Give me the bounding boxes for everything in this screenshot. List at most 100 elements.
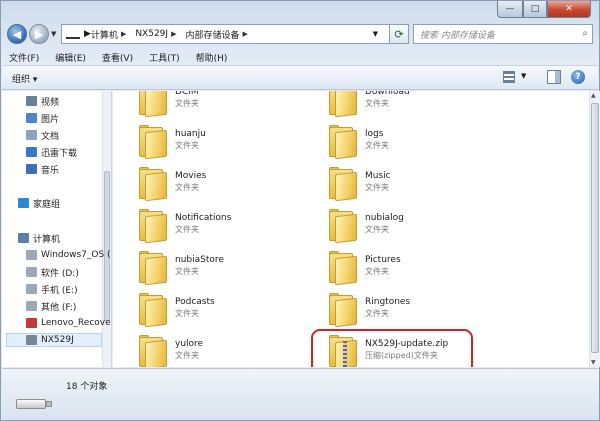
file-list-scroll-thumb[interactable] [591,103,599,353]
item-text: Download 文件夹 [365,91,410,110]
chevron-right-icon[interactable]: ▶ [121,30,126,38]
folder-item[interactable]: nubialog 文件夹 [327,209,404,249]
menu-bar: 文件(F) 编辑(E) 查看(V) 工具(T) 帮助(H) [7,50,229,65]
breadcrumb-device[interactable]: NX529J ▶ [135,29,180,39]
item-text: Movies 文件夹 [175,167,206,194]
sidebar-item[interactable]: 图片 [26,111,59,125]
minimize-button[interactable]: — [497,1,523,18]
chevron-right-icon[interactable]: ▶ [84,29,91,39]
refresh-button[interactable]: ⟳ [389,24,409,44]
back-arrow-icon: ◀ [12,27,22,41]
folder-item[interactable]: Podcasts 文件夹 [137,293,215,333]
sidebar-item[interactable]: Lenovo_Recove [26,316,111,330]
back-button[interactable]: ◀ [7,24,27,44]
sidebar-item[interactable]: 其他 (F:) [26,299,76,313]
lenovo-recovery-icon [26,318,37,328]
item-type: 文件夹 [365,225,389,234]
item-text: Notifications 文件夹 [175,209,231,236]
file-list: DCIM 文件夹 Download 文件夹 huanju 文件夹 logs 文件夹 Movies… [113,91,589,367]
search-icon[interactable]: ⌕ [582,28,588,39]
object-count: 18 个对象 [66,382,108,392]
sidebar-item[interactable]: 计算机 [18,231,60,245]
file-list-scrollbar[interactable]: ▲ ▼ [589,91,600,367]
menu-file[interactable]: 文件(F) [7,50,41,65]
windows-drive-icon [26,250,37,260]
item-type: 文件夹 [175,309,199,318]
item-text: nubialog 文件夹 [365,209,404,236]
preview-pane-icon[interactable] [547,70,561,84]
folder-item[interactable]: huanju 文件夹 [137,125,206,165]
sidebar-item-label: 计算机 [33,234,61,245]
zip-file-item[interactable]: NX529J-update.zip 压缩(zipped)文件夹 [327,335,448,367]
view-options-dropdown[interactable]: ▼ [521,72,526,80]
command-toolbar: 组织 ▾ ▼ ? [2,65,598,90]
navigation-scroll-thumb[interactable] [104,171,110,321]
menu-edit[interactable]: 编辑(E) [53,50,88,65]
sidebar-item[interactable]: 软件 (D:) [26,265,79,279]
menu-view[interactable]: 查看(V) [100,50,135,65]
address-row: ◀ ▶ ▼ ▶ 计算机 ▶ NX529J ▶ 内部存储设备 ▶ ▼ ⟳ 搜索 内部存储… [5,23,593,45]
sidebar-item[interactable]: 文档 [26,128,59,142]
address-bar[interactable]: ▶ 计算机 ▶ NX529J ▶ 内部存储设备 ▶ ▼ [61,24,401,44]
folder-item[interactable]: nubiaStore 文件夹 [137,251,224,291]
menu-tools[interactable]: 工具(T) [147,50,182,65]
item-text: Pictures 文件夹 [365,251,401,278]
breadcrumb-storage[interactable]: 内部存储设备 ▶ [185,28,251,41]
item-name: huanju [175,129,206,139]
scroll-down-icon[interactable]: ▼ [591,359,596,366]
folder-item[interactable]: Pictures 文件夹 [327,251,401,291]
zip-folder-icon [327,335,359,367]
folder-icon [327,167,359,202]
change-view-icon[interactable] [503,71,515,83]
item-name: Download [365,91,410,97]
sidebar-item[interactable]: Windows7_OS ( [26,248,111,262]
download-folder-icon [26,147,37,157]
folder-icon [327,209,359,244]
homegroup-icon [18,198,29,208]
folder-item[interactable]: Download 文件夹 [327,91,410,123]
recent-pages-dropdown[interactable]: ▼ [51,30,56,38]
item-name: Podcasts [175,297,215,307]
details-pane: 18 个对象 [2,368,599,420]
chevron-right-icon[interactable]: ▶ [171,30,176,38]
item-name: logs [365,129,384,139]
sidebar-item[interactable]: 视频 [26,94,59,108]
item-text: DCIM 文件夹 [175,91,199,110]
sidebar-item[interactable]: 音乐 [26,162,59,176]
drive-e-icon [26,284,37,294]
scroll-up-icon[interactable]: ▲ [591,92,596,99]
sidebar-item-label: 视频 [41,97,60,108]
folder-item[interactable]: Music 文件夹 [327,167,391,207]
organize-button[interactable]: 组织 ▾ [12,72,37,85]
item-name: Ringtones [365,297,411,307]
breadcrumb-computer[interactable]: 计算机 ▶ [91,28,130,41]
forward-button[interactable]: ▶ [29,24,49,44]
folder-icon [137,91,169,118]
folder-item[interactable]: Notifications 文件夹 [137,209,231,249]
item-type: 文件夹 [175,267,199,276]
item-name: Notifications [175,213,232,223]
sidebar-item[interactable]: 迅雷下载 [26,145,77,159]
search-box[interactable]: 搜索 内部存储设备 ⌕ [413,24,593,44]
address-history-dropdown[interactable]: ▼ [373,30,378,38]
folder-item[interactable]: Ringtones 文件夹 [327,293,410,333]
sidebar-item[interactable]: 家庭组 [18,196,60,210]
item-name: nubiaStore [175,255,224,265]
phone-device-icon [26,335,37,345]
sidebar-item-label: 图片 [41,114,60,125]
folder-icon [137,125,169,160]
computer-crumb-icon [66,29,80,39]
folder-item[interactable]: logs 文件夹 [327,125,389,165]
item-text: NX529J-update.zip 压缩(zipped)文件夹 [365,335,448,362]
help-icon[interactable]: ? [571,70,585,84]
folder-item[interactable]: Movies 文件夹 [137,167,206,207]
folder-item[interactable]: yulore 文件夹 [137,335,203,367]
maximize-button[interactable]: □ [523,1,547,18]
close-button[interactable]: ✕ [547,1,591,18]
sidebar-item[interactable]: NX529J [6,333,102,347]
chevron-right-icon[interactable]: ▶ [242,30,247,38]
folder-item[interactable]: DCIM 文件夹 [137,91,199,123]
menu-help[interactable]: 帮助(H) [194,50,230,65]
sidebar-item[interactable]: 手机 (E:) [26,282,78,296]
drive-d-icon [26,267,37,277]
